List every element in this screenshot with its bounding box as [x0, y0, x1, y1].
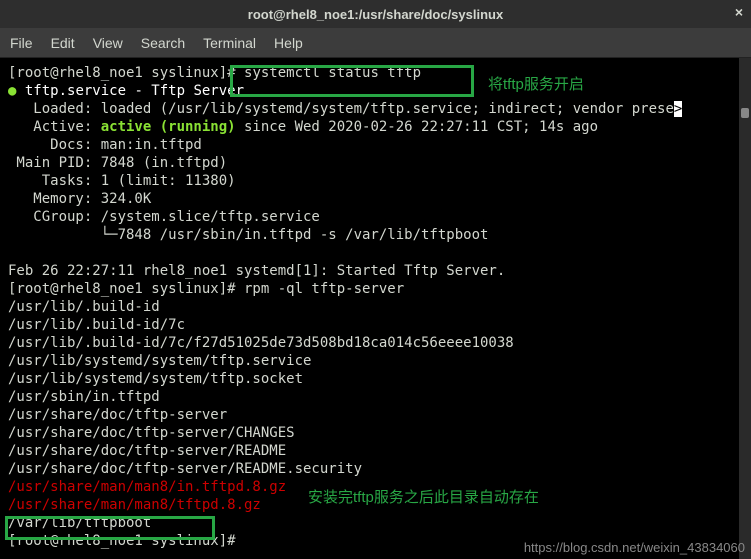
memory-line: Memory: 324.0K	[8, 191, 151, 207]
output-line: /usr/lib/.build-id/7c	[8, 317, 185, 333]
output-line: /usr/lib/systemd/system/tftp.service	[8, 353, 311, 369]
active-since: since Wed 2020-02-26 22:27:11 CST; 14s a…	[236, 119, 598, 135]
menu-terminal[interactable]: Terminal	[203, 35, 256, 51]
menu-edit[interactable]: Edit	[51, 35, 75, 51]
pid-line: Main PID: 7848 (in.tftpd)	[8, 155, 227, 171]
output-line: /usr/share/doc/tftp-server	[8, 407, 227, 423]
scroll-indicator-icon: >	[674, 101, 682, 117]
menu-view[interactable]: View	[93, 35, 123, 51]
cgroup-proc: └─7848 /usr/sbin/in.tftpd -s /var/lib/tf…	[8, 227, 488, 243]
cgroup-line: CGroup: /system.slice/tftp.service	[8, 209, 320, 225]
active-label: Active:	[8, 119, 101, 135]
output-line: /usr/share/doc/tftp-server/README	[8, 443, 286, 459]
menu-help[interactable]: Help	[274, 35, 303, 51]
output-line: /usr/share/doc/tftp-server/CHANGES	[8, 425, 295, 441]
output-line: /usr/lib/systemd/system/tftp.socket	[8, 371, 303, 387]
output-line: /usr/share/man/man8/tftpd.8.gz	[8, 497, 261, 513]
service-name: tftp.service - Tftp Server	[16, 83, 244, 99]
output-line: /usr/share/doc/tftp-server/README.securi…	[8, 461, 362, 477]
window-title: root@rhel8_noe1:/usr/share/doc/syslinux	[248, 7, 503, 22]
docs-line: Docs: man:in.tftpd	[8, 137, 202, 153]
output-line: /usr/lib/.build-id	[8, 299, 160, 315]
output-line-tftpboot: /var/lib/tftpboot	[8, 515, 151, 531]
prompt-cmd2: [root@rhel8_noe1 syslinux]# rpm -ql tftp…	[8, 281, 404, 297]
terminal-output[interactable]: [root@rhel8_noe1 syslinux]# systemctl st…	[0, 58, 751, 559]
prompt: [root@rhel8_noe1 syslinux]#	[8, 533, 236, 549]
watermark: https://blog.csdn.net/weixin_43834060	[524, 540, 745, 555]
window-titlebar: root@rhel8_noe1:/usr/share/doc/syslinux …	[0, 0, 751, 28]
prompt: [root@rhel8_noe1 syslinux]#	[8, 65, 244, 81]
log-line: Feb 26 22:27:11 rhel8_noe1 systemd[1]: S…	[8, 263, 505, 279]
loaded-line: Loaded: loaded (/usr/lib/systemd/system/…	[8, 101, 674, 117]
menubar: File Edit View Search Terminal Help	[0, 28, 751, 58]
scrollbar[interactable]	[739, 58, 751, 559]
close-icon[interactable]: ×	[735, 4, 743, 20]
command: systemctl status tftp	[244, 65, 421, 81]
menu-search[interactable]: Search	[141, 35, 185, 51]
output-line: /usr/share/man/man8/in.tftpd.8.gz	[8, 479, 286, 495]
scrollbar-thumb[interactable]	[741, 108, 749, 118]
output-line: /usr/lib/.build-id/7c/f27d51025de73d508b…	[8, 335, 514, 351]
output-line: /usr/sbin/in.tftpd	[8, 389, 160, 405]
tasks-line: Tasks: 1 (limit: 11380)	[8, 173, 236, 189]
active-status: active (running)	[101, 119, 236, 135]
menu-file[interactable]: File	[10, 35, 33, 51]
